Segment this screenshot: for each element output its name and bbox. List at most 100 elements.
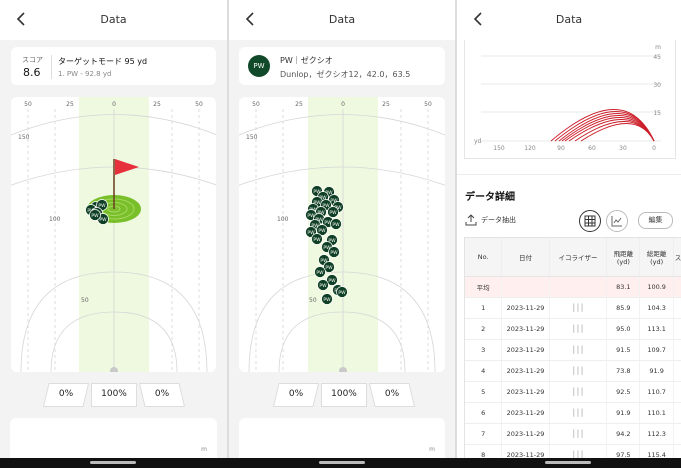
shot-marker-label: PW (332, 222, 340, 228)
equalizer-icon: ┃┃┃ (571, 388, 585, 396)
row-equalizer: ┃┃┃ (549, 444, 608, 458)
edit-button[interactable]: 編集 (638, 212, 673, 229)
row-no: 2 (465, 318, 503, 340)
row-date: 2023-11-29 (501, 423, 550, 445)
equalizer-icon: ┃┃┃ (571, 430, 585, 438)
data-table-scroll[interactable]: No. 日付 イコライザー 飛距離 (yd) 総距離 (yd) ス 平均 83.… (464, 237, 681, 458)
home-indicator[interactable] (90, 461, 136, 464)
center-percentage: 100% (91, 383, 137, 407)
axis-tick: 25 (153, 101, 161, 108)
equalizer-icon: ┃┃┃ (571, 367, 585, 375)
y-tick: 30 (653, 82, 661, 89)
table-row[interactable]: 8 2023-11-29 ┃┃┃ 97.5 115.4 (465, 444, 681, 458)
col-header-total: 総距離 (yd) (639, 238, 674, 277)
row-carry: 97.5 (606, 444, 641, 458)
row-equalizer: ┃┃┃ (549, 360, 608, 382)
detail-title: データ詳細 (465, 192, 515, 203)
table-view-button[interactable] (579, 210, 601, 232)
club-name: PW｜ゼクシオ (280, 56, 333, 65)
arc-label: 150 (246, 134, 258, 141)
row-date: 2023-11-29 (501, 381, 550, 403)
axis-tick: 50 (252, 101, 260, 108)
trajectory-curves (550, 109, 655, 142)
col-header-no: No. (465, 238, 503, 277)
axis-tick: 25 (382, 101, 390, 108)
row-no: 5 (465, 381, 503, 403)
y-tick: 15 (653, 110, 661, 117)
page-title: Data (555, 13, 583, 26)
club-card: PW PW｜ゼクシオ Dunlop，ゼクシオ12，42.0，63.5 (239, 47, 445, 85)
equalizer-icon: ┃┃┃ (571, 304, 585, 312)
line-chart-icon (611, 216, 622, 227)
shot-marker-label: PW (325, 265, 333, 271)
screen-target-mode: Data スコア 8.6 ターゲットモード 95 yd 1. PW - 92.8… (0, 0, 227, 458)
shot-marker-label: PW (99, 217, 107, 223)
equalizer-icon: ┃┃┃ (571, 409, 585, 417)
row-carry: 91.5 (606, 339, 641, 361)
row-total: 109.7 (639, 339, 674, 361)
row-extra (673, 297, 681, 319)
axis-tick: 25 (295, 101, 303, 108)
score-card: スコア 8.6 ターゲットモード 95 yd 1. PW - 92.8 yd (11, 47, 216, 85)
club-badge: PW (248, 55, 270, 77)
score-label: スコア (22, 56, 43, 64)
row-equalizer: ┃┃┃ (549, 423, 608, 445)
row-extra (673, 381, 681, 403)
table-row[interactable]: 1 2023-11-29 ┃┃┃ 85.9 104.3 (465, 297, 681, 319)
shot-marker-label: PW (330, 250, 338, 256)
table-row[interactable]: 7 2023-11-29 ┃┃┃ 94.2 112.3 (465, 423, 681, 445)
arc-label: 100 (277, 216, 289, 223)
row-date: 2023-11-29 (501, 402, 550, 424)
nav-bar: Data (229, 0, 455, 40)
shot-marker-label: PW (318, 228, 326, 234)
page-title: Data (100, 13, 127, 26)
shot-marker-label: PW (328, 278, 336, 284)
table-row[interactable]: 5 2023-11-29 ┃┃┃ 92.5 110.7 (465, 381, 681, 403)
row-date: 2023-11-29 (501, 318, 550, 340)
x-tick: 0 (652, 145, 656, 152)
home-indicator[interactable] (545, 461, 591, 464)
shot-marker-label: PW (319, 283, 327, 289)
center-percentage: 100% (321, 383, 367, 407)
col-header-date: 日付 (501, 238, 550, 277)
table-row[interactable]: 6 2023-11-29 ┃┃┃ 91.9 110.1 (465, 402, 681, 424)
unit-label: m (201, 446, 207, 453)
row-equalizer: ┃┃┃ (549, 339, 608, 361)
shot-dispersion-field: 50 25 0 25 50 150 100 50 PWPWPWPWPWPW (11, 97, 216, 372)
upload-icon (465, 214, 477, 226)
score-divider (51, 55, 52, 79)
row-equalizer: ┃┃┃ (549, 318, 608, 340)
section-divider (457, 174, 681, 175)
shot-marker-label: PW (323, 297, 331, 303)
home-indicator[interactable] (319, 461, 365, 464)
left-percentage: 0% (43, 383, 89, 407)
table-row[interactable]: 4 2023-11-29 ┃┃┃ 73.8 91.9 (465, 360, 681, 382)
avg-carry: 83.1 (606, 276, 641, 298)
row-carry: 73.8 (606, 360, 641, 382)
axis-tick: 50 (424, 101, 432, 108)
row-extra (673, 444, 681, 458)
shot-dispersion-field: 50 25 0 25 50 150 100 50 PW PW PW PW PW PW PW P… (239, 97, 445, 372)
row-equalizer: ┃┃┃ (549, 381, 608, 403)
row-extra (673, 402, 681, 424)
equalizer-icon: ┃┃┃ (571, 325, 585, 333)
table-row-average: 平均 83.1 100.9 (465, 276, 681, 298)
axis-tick: 0 (112, 101, 116, 108)
arc-label: 150 (18, 134, 30, 141)
nav-bar: Data (457, 0, 681, 40)
row-date: 2023-11-29 (501, 339, 550, 361)
row-date: 2023-11-29 (501, 297, 550, 319)
table-row[interactable]: 3 2023-11-29 ┃┃┃ 91.5 109.7 (465, 339, 681, 361)
equalizer-icon: ┃┃┃ (571, 451, 585, 458)
table-row[interactable]: 2 2023-11-29 ┃┃┃ 95.0 113.1 (465, 318, 681, 340)
axis-tick: 50 (24, 101, 32, 108)
dispersion-chart: 50 25 0 25 50 150 100 50 PWPWPWPWPWPW (11, 97, 216, 372)
row-no: 4 (465, 360, 503, 382)
axis-tick: 0 (341, 101, 345, 108)
row-total: 91.9 (639, 360, 674, 382)
right-percentage: 0% (369, 383, 415, 407)
dispersion-chart: 50 25 0 25 50 150 100 50 PW PWPWPWPWPW PWP… (239, 97, 445, 372)
chart-view-button[interactable] (606, 210, 628, 232)
row-carry: 92.5 (606, 381, 641, 403)
club-detail: Dunlop，ゼクシオ12，42.0，63.5 (280, 70, 411, 79)
